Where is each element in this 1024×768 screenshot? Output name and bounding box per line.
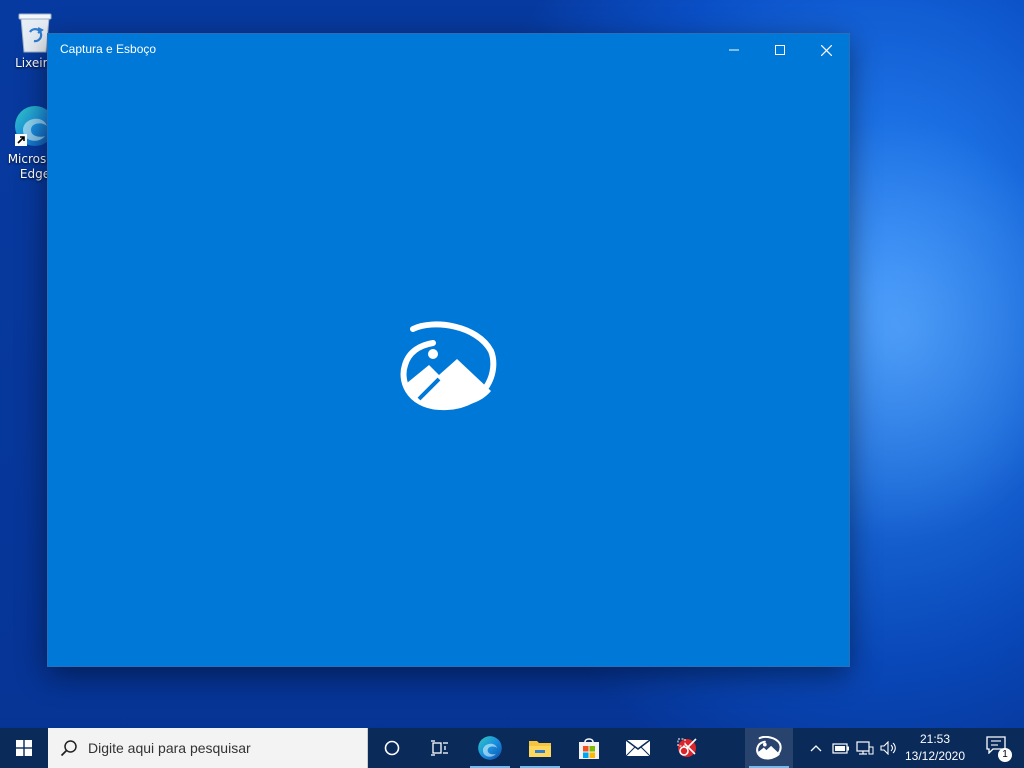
minimize-button[interactable] (711, 34, 757, 66)
start-button[interactable] (0, 728, 48, 768)
clock-time: 21:53 (919, 732, 951, 746)
maximize-button[interactable] (757, 34, 803, 66)
snip-sketch-icon (400, 321, 497, 411)
taskbar: Digite aqui para pesquisar 21:53 13/12/2… (0, 728, 1024, 768)
windows-logo-icon (16, 740, 32, 756)
show-hidden-icons-button[interactable] (806, 728, 826, 768)
taskbar-store-button[interactable] (565, 728, 613, 768)
taskbar-snip-sketch-button[interactable] (745, 728, 793, 768)
close-icon (820, 44, 832, 56)
cortana-button[interactable] (368, 728, 416, 768)
battery-icon (832, 743, 849, 754)
search-placeholder: Digite aqui para pesquisar (88, 740, 251, 756)
maximize-icon (775, 45, 785, 55)
edge-icon (478, 736, 502, 760)
clock[interactable]: 21:53 13/12/2020 (902, 731, 968, 765)
taskbar-snip-tool-button[interactable] (663, 728, 711, 768)
network-button[interactable] (854, 728, 876, 768)
task-view-button[interactable] (416, 728, 464, 768)
search-icon (60, 740, 77, 757)
volume-icon (880, 741, 896, 755)
taskbar-mail-button[interactable] (614, 728, 662, 768)
notification-count-badge: 1 (998, 748, 1012, 762)
chevron-up-icon (810, 745, 822, 752)
window-title: Captura e Esboço (60, 42, 157, 56)
close-button[interactable] (803, 34, 849, 66)
app-window: Captura e Esboço (47, 33, 850, 667)
folder-icon (529, 741, 551, 757)
clock-date: 13/12/2020 (904, 749, 966, 763)
volume-button[interactable] (878, 728, 900, 768)
mail-icon (625, 739, 651, 757)
title-bar[interactable]: Captura e Esboço (48, 34, 849, 66)
taskbar-edge-button[interactable] (466, 728, 514, 768)
snip-sketch-icon (756, 736, 782, 760)
network-icon (856, 741, 874, 755)
action-center-button[interactable]: 1 (986, 736, 1012, 762)
store-icon (579, 738, 599, 759)
minimize-icon (729, 49, 739, 51)
taskbar-file-explorer-button[interactable] (516, 728, 564, 768)
snip-icon (677, 738, 697, 757)
battery-button[interactable] (830, 728, 852, 768)
circle-icon (384, 740, 400, 756)
search-box[interactable]: Digite aqui para pesquisar (48, 728, 368, 768)
task-view-icon (431, 740, 448, 756)
